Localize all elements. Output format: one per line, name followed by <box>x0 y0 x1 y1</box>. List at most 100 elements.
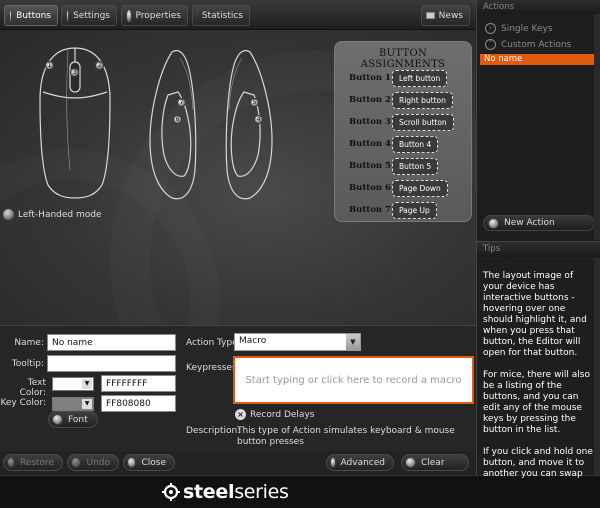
actions-header-label: Actions <box>483 2 515 12</box>
mouse-marker-button-4[interactable]: 4 <box>254 115 263 124</box>
actions-scrollbar[interactable] <box>594 14 600 240</box>
buttons-tab-icon <box>9 8 13 23</box>
description-label: Description: <box>186 426 241 436</box>
device-canvas: 1 3 2 7 6 5 4 BUTTON ASSIGNMENTS Button … <box>0 30 476 325</box>
close-button[interactable]: Close <box>123 454 175 471</box>
news-label: News <box>438 10 463 21</box>
key-color-input[interactable] <box>101 395 176 412</box>
assignment-value-button-6[interactable]: Page Down <box>392 180 448 197</box>
news-button[interactable]: News <box>421 5 470 26</box>
text-color-swatch[interactable]: ▼ <box>52 377 94 391</box>
chevron-down-icon: ▼ <box>82 399 92 409</box>
description-text: This type of Action simulates keyboard &… <box>237 426 455 447</box>
right-sidebar: Actions › Single Keys ˅ Custom Actions N… <box>476 0 600 479</box>
advanced-label: Advanced <box>340 457 385 468</box>
record-delays-label: Record Delays <box>250 409 315 420</box>
action-type-value: Macro <box>239 336 267 346</box>
name-label: Name: <box>14 338 44 348</box>
name-input[interactable] <box>47 334 176 351</box>
new-action-button[interactable]: New Action <box>483 215 595 231</box>
left-handed-toggle[interactable]: Left-Handed mode <box>3 209 102 220</box>
tip-paragraph: The layout image of your device has inte… <box>483 271 587 358</box>
tab-settings-label: Settings <box>73 10 110 21</box>
action-type-select[interactable]: Macro ▼ <box>234 333 361 351</box>
record-delays-checkbox[interactable]: × Record Delays <box>235 409 314 420</box>
chevron-down-icon: ˅ <box>485 39 496 50</box>
add-icon <box>488 217 499 229</box>
assignment-row: Button 6 Page Down <box>335 180 471 198</box>
new-action-label: New Action <box>504 218 555 228</box>
chevron-down-icon: ▼ <box>346 334 360 350</box>
advanced-icon <box>330 457 336 468</box>
mouse-marker-button-2[interactable]: 2 <box>95 61 104 70</box>
assignment-label: Button 4 <box>349 139 391 149</box>
tab-properties[interactable]: Properties <box>121 5 188 26</box>
keypresses-recorder[interactable]: Start typing or click here to record a m… <box>233 356 474 404</box>
tips-header-label: Tips <box>483 244 501 254</box>
assignment-row: Button 5 Button 5 <box>335 158 471 176</box>
custom-actions-group[interactable]: ˅ Custom Actions <box>485 39 571 50</box>
advanced-button[interactable]: Advanced <box>326 454 394 471</box>
settings-tab-icon <box>66 8 70 23</box>
single-keys-label: Single Keys <box>501 23 553 34</box>
restore-icon <box>7 457 15 468</box>
mouse-marker-button-7[interactable]: 7 <box>177 98 186 107</box>
statistics-tab-icon <box>197 8 198 23</box>
close-label: Close <box>141 457 166 468</box>
logo-word-thin: series <box>234 481 289 503</box>
chevron-down-icon: ▼ <box>82 379 92 389</box>
close-icon: × <box>235 409 246 420</box>
assignment-label: Button 7 <box>349 205 391 215</box>
text-color-label: Text Color: <box>19 378 46 398</box>
assignment-label: Button 1 <box>349 73 391 83</box>
tooltip-label: Tooltip: <box>11 359 44 369</box>
single-keys-group[interactable]: › Single Keys <box>485 23 553 34</box>
steelseries-logo: steelseries <box>162 481 289 503</box>
logo-wordmark: steelseries <box>183 481 289 503</box>
undo-label: Undo <box>86 457 110 468</box>
clear-icon <box>405 457 416 468</box>
keypresses-placeholder: Start typing or click here to record a m… <box>245 374 462 386</box>
button-assignments-panel: BUTTON ASSIGNMENTS Button 1 Left button … <box>334 41 472 222</box>
key-color-swatch[interactable]: ▼ <box>52 397 94 411</box>
close-icon <box>127 457 137 468</box>
tab-settings[interactable]: Settings <box>61 5 117 26</box>
assignment-value-button-2[interactable]: Right button <box>392 92 453 109</box>
mouse-marker-button-1[interactable]: 1 <box>45 61 54 70</box>
tips-content: The layout image of your device has inte… <box>483 271 595 491</box>
font-button[interactable]: Font <box>48 411 98 428</box>
tip-paragraph: If you click and hold one button, and mo… <box>483 447 593 479</box>
assignment-value-button-5[interactable]: Button 5 <box>392 158 439 175</box>
action-type-label: Action Type <box>186 338 238 348</box>
tab-buttons[interactable]: Buttons <box>4 5 58 26</box>
assignment-value-button-4[interactable]: Button 4 <box>392 136 439 153</box>
left-handed-radio-icon[interactable] <box>3 209 14 220</box>
assignment-label: Button 5 <box>349 161 391 171</box>
mouse-marker-button-6[interactable]: 6 <box>173 115 182 124</box>
assignment-label: Button 3 <box>349 117 391 127</box>
undo-button[interactable]: Undo <box>67 454 119 471</box>
assignment-label: Button 2 <box>349 95 391 105</box>
action-list-item-selected[interactable]: No name <box>480 54 598 65</box>
clear-button[interactable]: Clear <box>401 454 469 471</box>
assignment-value-button-7[interactable]: Page Up <box>392 202 437 219</box>
restore-label: Restore <box>19 457 54 468</box>
clear-label: Clear <box>421 457 445 468</box>
properties-tab-icon <box>126 8 132 23</box>
text-color-input[interactable] <box>101 375 176 392</box>
steelseries-logo-icon <box>162 483 180 501</box>
mouse-right-side-view <box>225 49 273 200</box>
tab-buttons-label: Buttons <box>16 10 51 21</box>
font-button-label: Font <box>68 414 88 425</box>
mouse-marker-button-5[interactable]: 5 <box>250 98 259 107</box>
tooltip-input[interactable] <box>47 355 176 372</box>
mouse-left-side-view <box>149 49 197 200</box>
assignment-value-button-3[interactable]: Scroll button <box>392 114 454 131</box>
mouse-marker-button-3[interactable]: 3 <box>70 68 79 77</box>
restore-button[interactable]: Restore <box>3 454 63 471</box>
news-icon <box>426 12 435 19</box>
assignment-row: Button 3 Scroll button <box>335 114 471 132</box>
assignment-value-button-1[interactable]: Left button <box>392 70 448 87</box>
tab-statistics[interactable]: Statistics <box>192 5 250 26</box>
chevron-right-icon: › <box>485 23 496 34</box>
